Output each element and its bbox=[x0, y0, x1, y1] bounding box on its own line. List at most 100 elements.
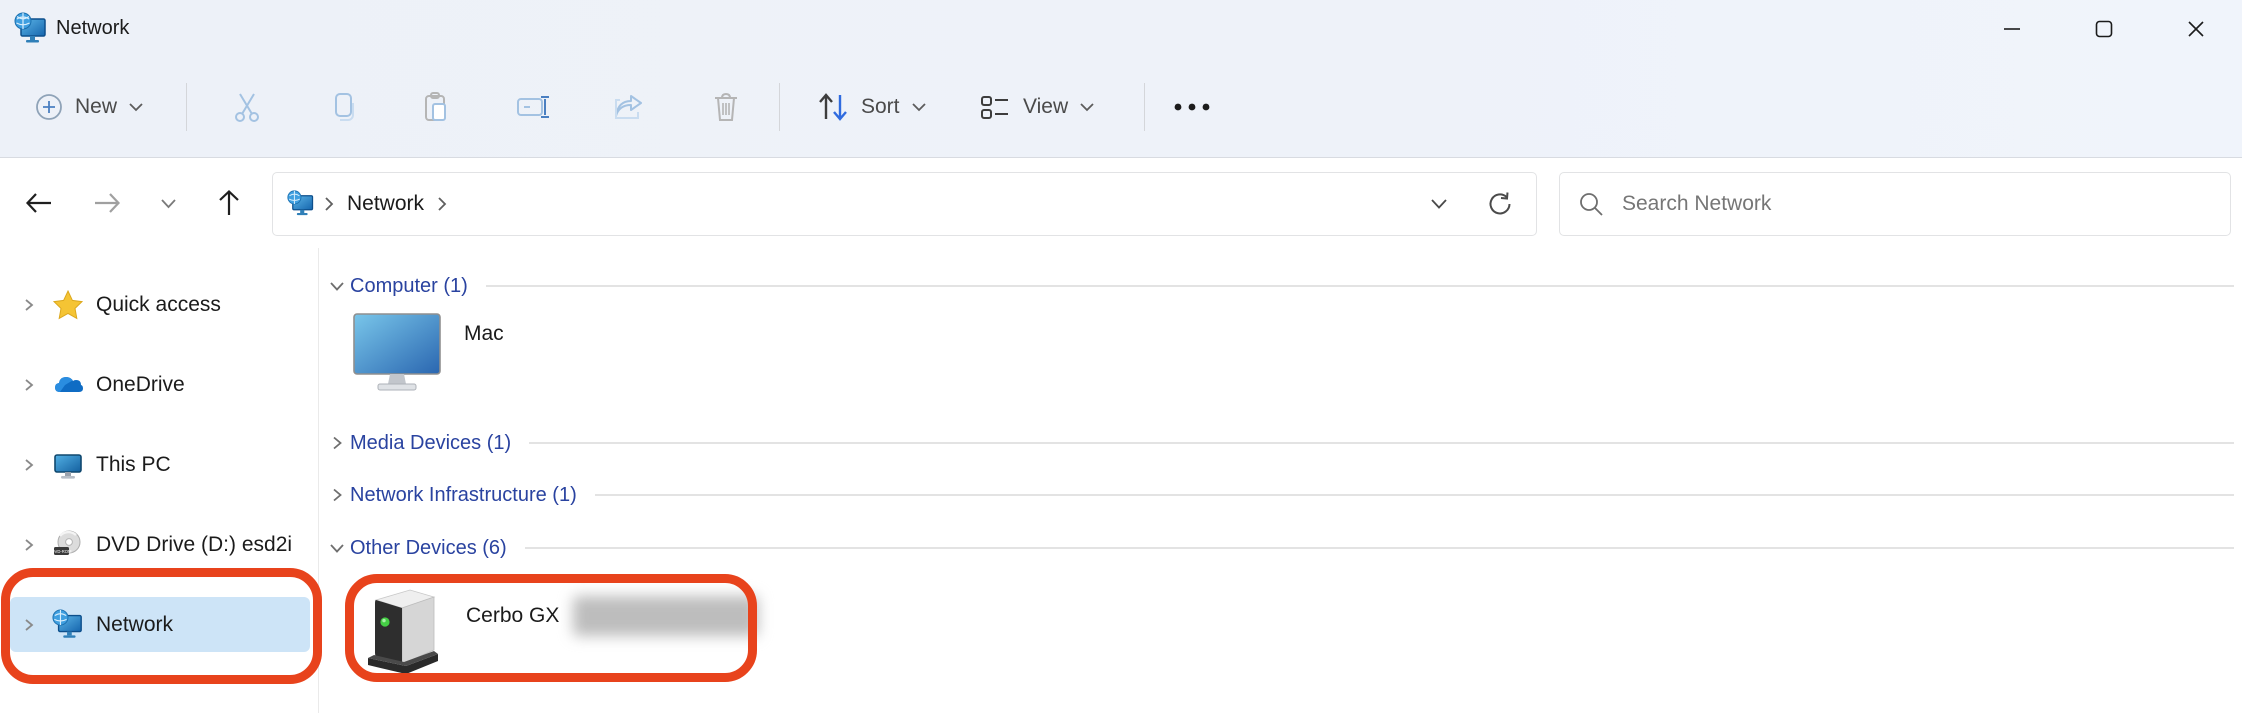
group-label: Other Devices (6) bbox=[350, 537, 507, 560]
chevron-right-icon bbox=[22, 378, 36, 392]
chevron-right-icon bbox=[22, 298, 36, 312]
title-bar[interactable]: Network bbox=[0, 0, 2242, 57]
onedrive-cloud-icon bbox=[52, 369, 84, 401]
chevron-down-icon bbox=[324, 543, 350, 554]
address-dropdown-icon[interactable] bbox=[1430, 198, 1448, 210]
see-more-button[interactable] bbox=[1164, 78, 1220, 136]
view-button-label: View bbox=[1023, 95, 1068, 119]
search-input[interactable] bbox=[1620, 191, 2212, 217]
maximize-button[interactable] bbox=[2058, 0, 2150, 57]
chevron-right-icon bbox=[22, 458, 36, 472]
refresh-icon[interactable] bbox=[1486, 190, 1514, 218]
new-button-label: New bbox=[75, 95, 117, 119]
group-label: Media Devices (1) bbox=[350, 432, 511, 455]
sort-button-label: Sort bbox=[861, 95, 900, 119]
device-tile-mac[interactable]: Mac bbox=[352, 312, 504, 394]
view-list-icon bbox=[978, 91, 1012, 123]
toolbar-separator bbox=[186, 83, 187, 131]
sort-button[interactable]: Sort bbox=[806, 78, 937, 136]
sidebar-item-label: OneDrive bbox=[96, 373, 185, 397]
rename-button[interactable] bbox=[505, 78, 561, 136]
chevron-down-icon bbox=[1079, 102, 1095, 112]
copy-icon bbox=[326, 90, 360, 124]
sidebar-item-label: This PC bbox=[96, 453, 171, 477]
network-computer-icon bbox=[14, 12, 48, 46]
sidebar-item-this-pc[interactable]: This PC bbox=[10, 437, 310, 492]
sort-arrows-icon bbox=[816, 91, 850, 123]
group-divider-line bbox=[525, 547, 2234, 549]
chevron-down-icon bbox=[128, 102, 144, 112]
command-toolbar: New bbox=[0, 57, 2242, 156]
up-arrow-icon bbox=[216, 188, 242, 218]
rename-icon bbox=[515, 90, 551, 124]
copy-button[interactable] bbox=[315, 78, 371, 136]
delete-button[interactable] bbox=[698, 78, 754, 136]
share-button[interactable] bbox=[601, 78, 657, 136]
breadcrumb-chevron-icon bbox=[436, 196, 448, 212]
see-more-icon bbox=[1172, 101, 1212, 113]
monitor-icon bbox=[52, 449, 84, 481]
group-divider-line bbox=[595, 494, 2234, 496]
close-icon bbox=[2186, 19, 2206, 39]
network-computer-icon bbox=[287, 190, 315, 218]
group-label: Network Infrastructure (1) bbox=[350, 484, 577, 507]
star-icon bbox=[52, 289, 84, 321]
paste-icon bbox=[420, 90, 454, 124]
cut-button[interactable] bbox=[219, 78, 275, 136]
breadcrumb-network[interactable]: Network bbox=[343, 192, 428, 216]
dvd-disc-icon: DVD-ROM bbox=[52, 529, 84, 561]
search-icon bbox=[1578, 191, 1604, 217]
chevron-down-icon bbox=[911, 102, 927, 112]
toolbar-separator bbox=[1144, 83, 1145, 131]
address-row: Network bbox=[0, 158, 2242, 248]
mac-monitor-icon bbox=[352, 312, 442, 394]
search-box[interactable] bbox=[1559, 172, 2231, 236]
minimize-icon bbox=[2002, 19, 2022, 39]
view-button[interactable]: View bbox=[968, 78, 1105, 136]
chevron-right-icon bbox=[324, 435, 350, 451]
svg-text:DVD-ROM: DVD-ROM bbox=[52, 549, 72, 554]
minimize-button[interactable] bbox=[1966, 0, 2058, 57]
toolbar-separator bbox=[779, 83, 780, 131]
chevron-right-icon bbox=[324, 487, 350, 503]
sidebar-item-quick-access[interactable]: Quick access bbox=[10, 277, 310, 332]
group-divider-line bbox=[486, 285, 2234, 287]
plus-circle-icon bbox=[34, 92, 64, 122]
window-title: Network bbox=[56, 17, 129, 40]
breadcrumb-chevron-icon bbox=[323, 196, 335, 212]
chevron-down-icon bbox=[324, 281, 350, 292]
annotation-circle-network bbox=[1, 568, 322, 684]
new-button[interactable]: New bbox=[24, 78, 154, 136]
back-arrow-icon bbox=[24, 190, 54, 216]
sidebar-item-dvd-drive[interactable]: DVD-ROM DVD Drive (D:) esd2i bbox=[10, 517, 310, 572]
sidebar-item-label: DVD Drive (D:) esd2i bbox=[96, 533, 292, 557]
annotation-circle-cerbo-gx bbox=[345, 574, 757, 682]
forward-arrow-icon bbox=[92, 190, 122, 216]
group-header-other-devices[interactable]: Other Devices (6) bbox=[324, 534, 2234, 562]
maximize-icon bbox=[2094, 19, 2114, 39]
back-button[interactable] bbox=[14, 178, 64, 228]
close-button[interactable] bbox=[2150, 0, 2242, 57]
main-area: Quick access OneDrive bbox=[0, 248, 2242, 713]
group-header-media-devices[interactable]: Media Devices (1) bbox=[324, 429, 2234, 457]
up-button[interactable] bbox=[204, 178, 254, 228]
address-bar[interactable]: Network bbox=[272, 172, 1537, 236]
share-icon bbox=[611, 90, 647, 124]
group-label: Computer (1) bbox=[350, 275, 468, 298]
sidebar-item-label: Quick access bbox=[96, 293, 221, 317]
forward-button[interactable] bbox=[82, 178, 132, 228]
chevron-down-icon bbox=[160, 198, 177, 209]
chevron-right-icon bbox=[22, 538, 36, 552]
cut-icon bbox=[230, 90, 264, 124]
window-controls bbox=[1966, 0, 2242, 57]
device-name: Mac bbox=[464, 322, 504, 346]
trash-icon bbox=[710, 90, 742, 124]
group-header-network-infrastructure[interactable]: Network Infrastructure (1) bbox=[324, 481, 2234, 509]
group-divider-line bbox=[529, 442, 2234, 444]
file-explorer-window: Network New bbox=[0, 0, 2242, 713]
paste-button[interactable] bbox=[409, 78, 465, 136]
sidebar-item-onedrive[interactable]: OneDrive bbox=[10, 357, 310, 412]
group-header-computer[interactable]: Computer (1) bbox=[324, 272, 2234, 300]
recent-locations-button[interactable] bbox=[143, 178, 193, 228]
window-chrome: Network New bbox=[0, 0, 2242, 158]
